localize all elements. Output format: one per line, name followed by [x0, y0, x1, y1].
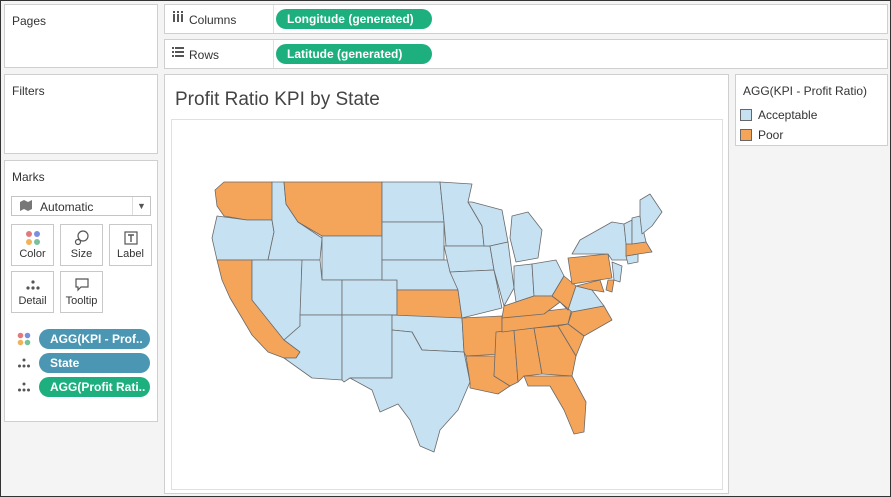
state-delaware[interactable] — [605, 279, 615, 293]
chevron-down-icon[interactable]: ▼ — [132, 197, 150, 215]
poor-swatch — [740, 129, 752, 141]
color-label: Color — [19, 248, 46, 260]
state-washington[interactable] — [214, 181, 275, 221]
state-maine[interactable] — [639, 193, 663, 235]
color-button[interactable]: Color — [11, 224, 54, 266]
columns-icon — [172, 11, 184, 26]
kpi-field-pill[interactable]: AGG(KPI - Prof.. — [39, 329, 150, 349]
filters-title: Filters — [12, 84, 45, 98]
detail-label: Detail — [18, 295, 47, 307]
tooltip-icon — [61, 277, 102, 293]
state-oregon[interactable] — [211, 215, 275, 261]
pages-card[interactable]: Pages — [4, 4, 158, 68]
color-icon — [15, 331, 33, 347]
state-iowa[interactable] — [443, 245, 495, 273]
us-state-map[interactable] — [172, 120, 724, 491]
legend-title: AGG(KPI - Profit Ratio) — [743, 84, 868, 98]
acceptable-swatch — [740, 109, 752, 121]
tableau-workspace: Pages Columns Longitude (generated) Rows… — [0, 0, 891, 497]
detail-button[interactable]: Detail — [11, 271, 54, 313]
detail-icon — [15, 355, 33, 371]
legend-card: AGG(KPI - Profit Ratio) Acceptable Poor — [735, 74, 888, 146]
marks-title: Marks — [12, 170, 45, 184]
label-label: Label — [117, 248, 144, 260]
mark-type-dropdown[interactable]: Automatic ▼ — [11, 196, 151, 216]
mark-type-value: Automatic — [40, 200, 94, 214]
rows-label: Rows — [189, 48, 220, 62]
state-colorado[interactable] — [341, 279, 398, 316]
shelf-divider — [273, 5, 274, 33]
state-florida[interactable] — [523, 375, 587, 435]
state-new-york[interactable] — [571, 221, 629, 261]
latitude-pill[interactable]: Latitude (generated) — [276, 44, 432, 64]
tooltip-button[interactable]: Tooltip — [60, 271, 103, 313]
state-pennsylvania[interactable] — [567, 253, 613, 285]
state-michigan[interactable] — [509, 211, 543, 263]
marks-card: Marks Automatic ▼ Color Size Label Detai… — [4, 160, 158, 422]
rows-icon — [172, 46, 184, 61]
view-title: Profit Ratio KPI by State — [175, 89, 380, 110]
state-new-mexico[interactable] — [341, 314, 393, 383]
size-button[interactable]: Size — [60, 224, 103, 266]
columns-shelf[interactable]: Columns Longitude (generated) — [164, 4, 888, 34]
map-icon — [19, 198, 33, 215]
detail-icon — [12, 277, 53, 293]
poor-label: Poor — [758, 128, 784, 142]
detail-icon — [15, 379, 33, 395]
filters-card[interactable]: Filters — [4, 74, 158, 154]
label-button[interactable]: Label — [109, 224, 152, 266]
state-south-dakota[interactable] — [381, 221, 445, 261]
shelf-divider — [273, 40, 274, 68]
columns-label: Columns — [189, 13, 237, 27]
size-icon — [61, 230, 102, 246]
rows-shelf[interactable]: Rows Latitude (generated) — [164, 39, 888, 69]
acceptable-label: Acceptable — [758, 108, 818, 122]
state-new-jersey[interactable] — [611, 261, 623, 283]
state-field-pill[interactable]: State — [39, 353, 150, 373]
longitude-pill[interactable]: Longitude (generated) — [276, 9, 432, 29]
state-north-dakota[interactable] — [381, 181, 445, 223]
map-area[interactable] — [171, 119, 723, 490]
tooltip-label: Tooltip — [65, 295, 98, 307]
pages-title: Pages — [12, 14, 47, 28]
state-kansas[interactable] — [396, 289, 463, 319]
label-icon — [110, 230, 151, 246]
state-wyoming[interactable] — [321, 235, 383, 281]
state-indiana[interactable] — [513, 263, 535, 303]
color-icon — [12, 230, 53, 246]
profit-ratio-field-pill[interactable]: AGG(Profit Rati.. — [39, 377, 150, 397]
view-card: Profit Ratio KPI by State — [164, 74, 729, 494]
size-label: Size — [70, 248, 93, 260]
